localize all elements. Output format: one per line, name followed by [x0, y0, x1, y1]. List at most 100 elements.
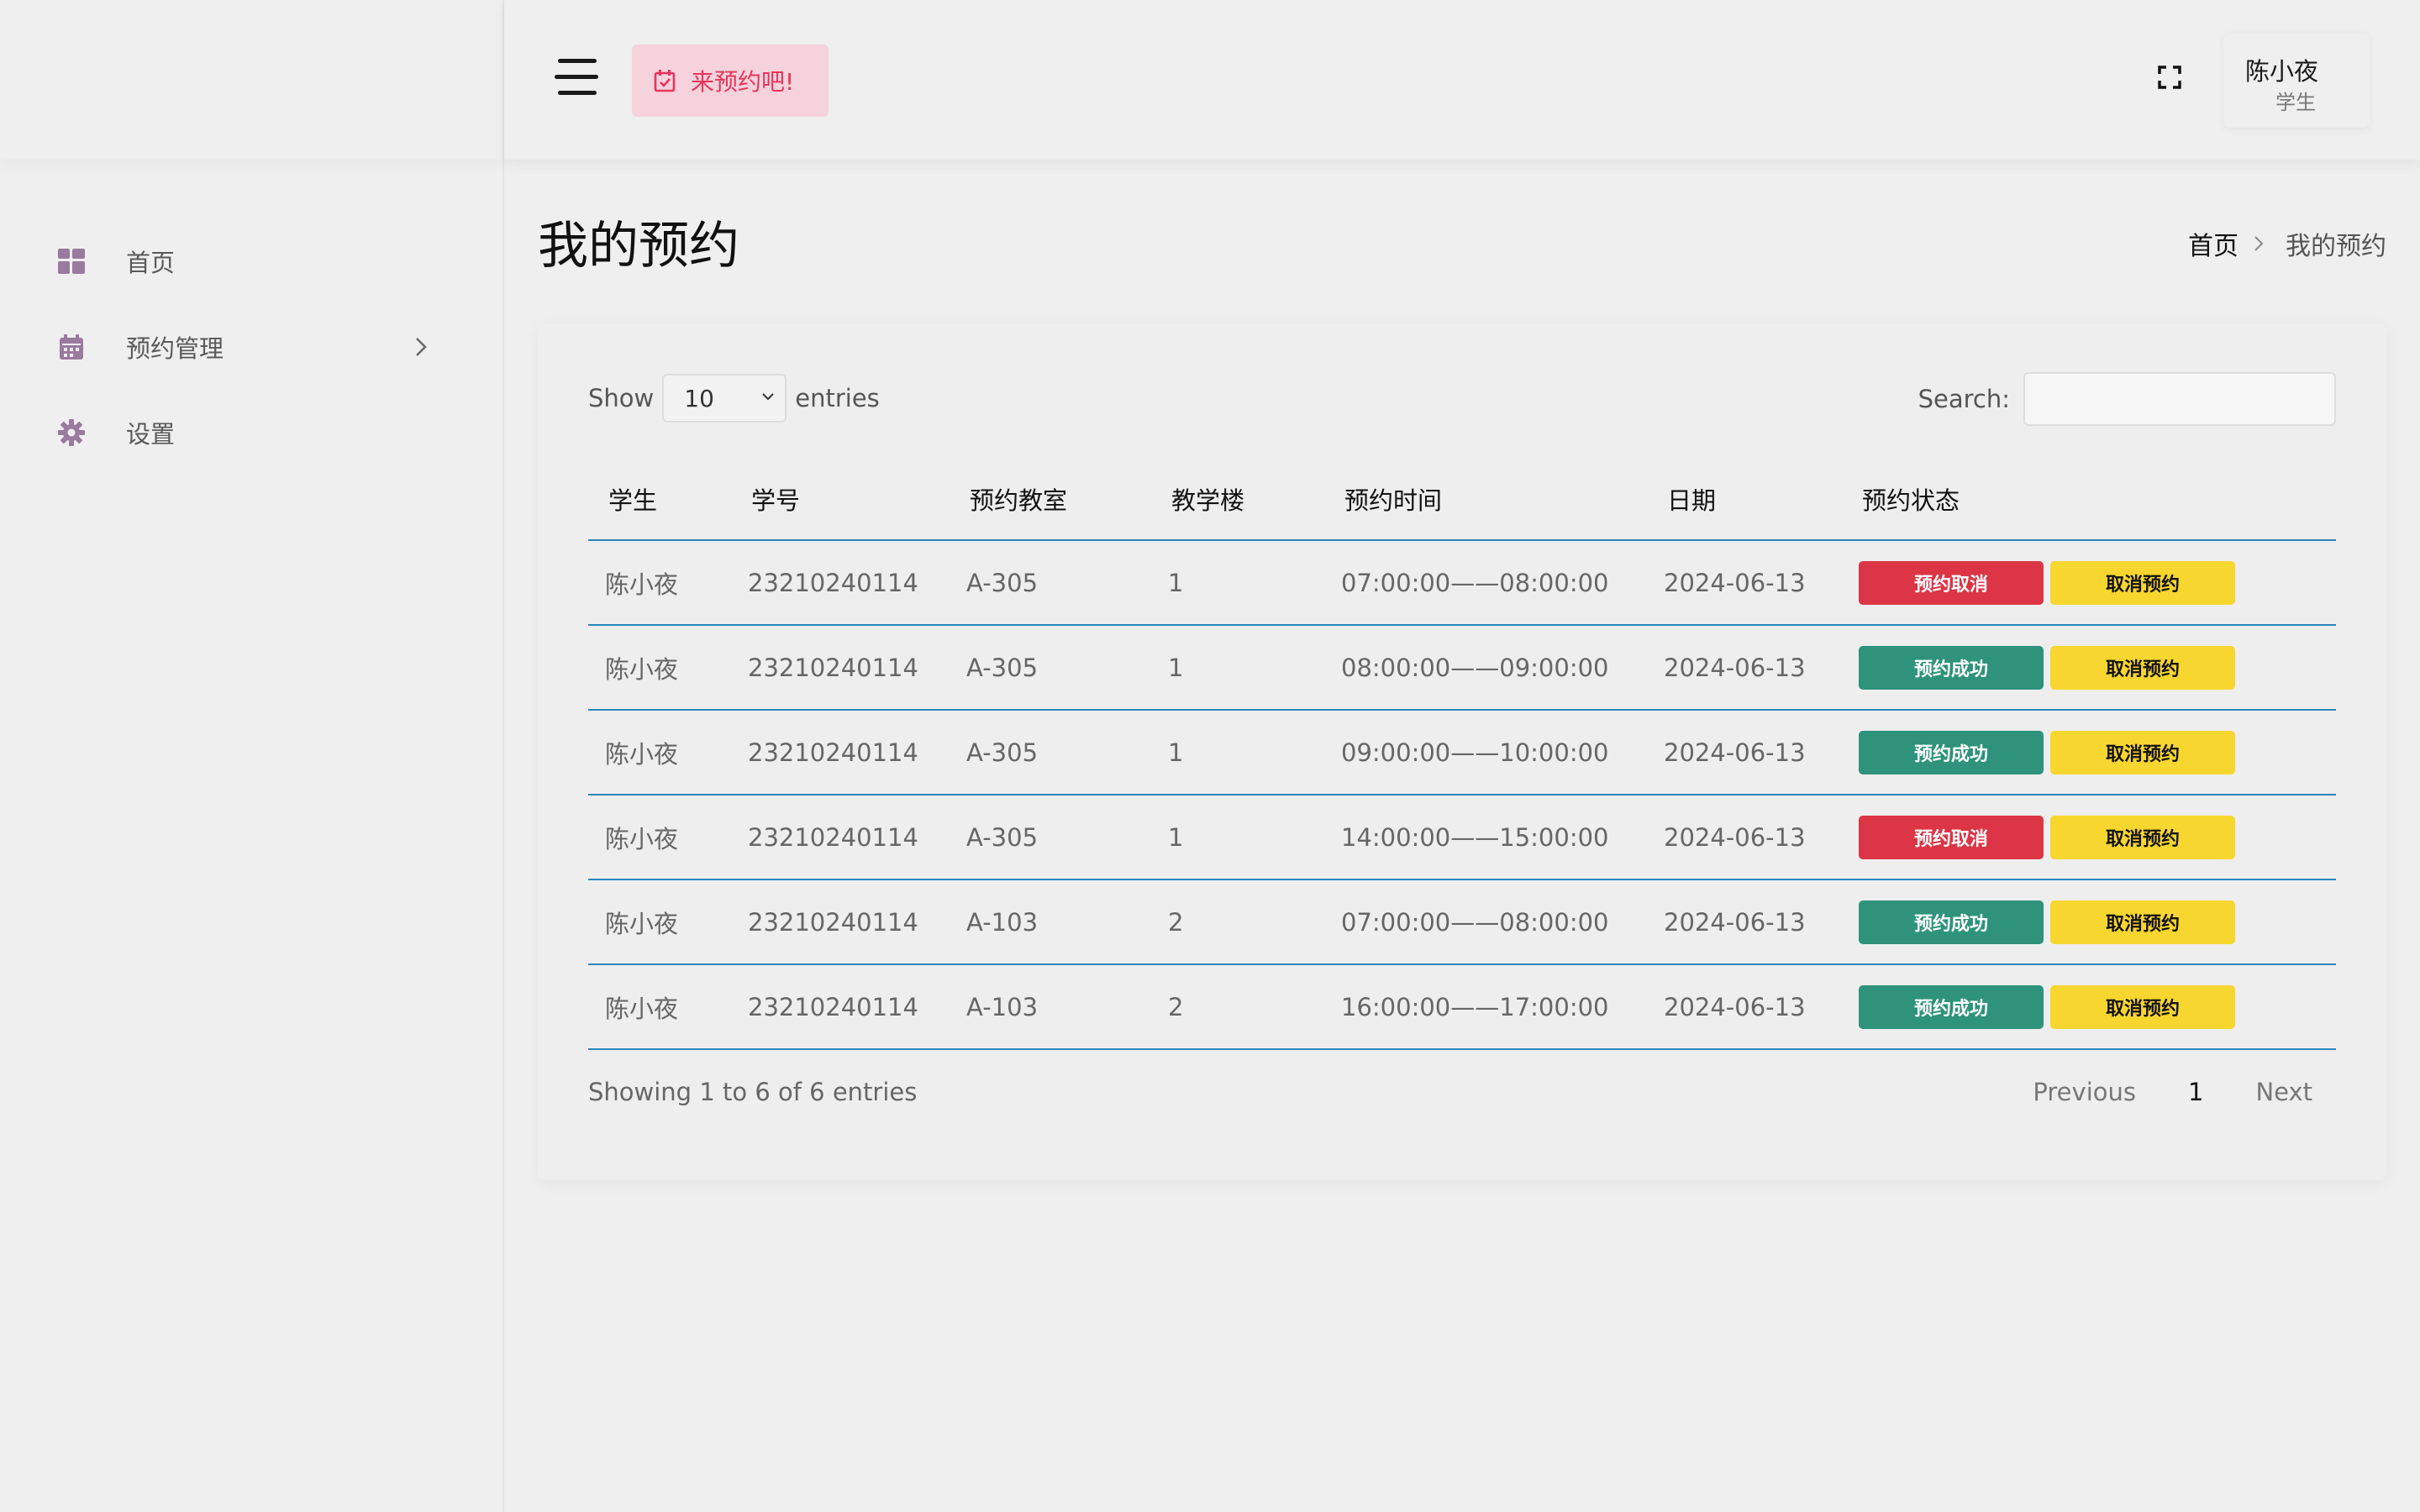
pagination: Previous 1 Next: [2033, 1078, 2312, 1106]
table-row: 陈小夜 23210240114 A-305 1 09:00:00——10:00:00 20…: [588, 710, 2336, 795]
column-header-student-id[interactable]: 学号: [731, 458, 950, 541]
bookings-card: Show 10 entries Search: 学生 学号 预约教室 教学楼 预…: [538, 323, 2386, 1180]
cancel-booking-button[interactable]: 取消预约: [2050, 900, 2235, 944]
cancel-booking-button[interactable]: 取消预约: [2050, 560, 2235, 605]
status-badge[interactable]: 预约成功: [1859, 730, 2044, 774]
table-info: Showing 1 to 6 of 6 entries: [588, 1078, 918, 1106]
top-header: 来预约吧! 陈小夜 学生: [504, 0, 2420, 160]
dashboard-grid-icon: [57, 247, 86, 276]
cell-student: 陈小夜: [588, 795, 731, 880]
page-1-button[interactable]: 1: [2188, 1078, 2203, 1106]
cell-date: 2024-06-13: [1647, 964, 1842, 1050]
cancel-booking-button[interactable]: 取消预约: [2050, 645, 2235, 690]
status-badge[interactable]: 预约取消: [1859, 560, 2044, 605]
cancel-booking-button[interactable]: 取消预约: [2050, 730, 2235, 774]
book-now-button[interactable]: 来预约吧!: [632, 45, 829, 117]
cell-building: 2: [1151, 879, 1324, 965]
cell-building: 1: [1151, 625, 1324, 711]
cell-date: 2024-06-13: [1647, 879, 1842, 965]
table-row: 陈小夜 23210240114 A-103 2 07:00:00——08:00:00 20…: [588, 879, 2336, 965]
cell-building: 2: [1151, 964, 1324, 1050]
calendar-check-icon: [654, 69, 677, 92]
breadcrumb: 首页 我的预约: [2188, 225, 2386, 262]
column-header-building[interactable]: 教学楼: [1151, 458, 1324, 541]
entries-label: entries: [795, 384, 880, 412]
column-header-room[interactable]: 预约教室: [950, 458, 1151, 541]
cancel-booking-button[interactable]: 取消预约: [2050, 815, 2235, 859]
previous-page-button[interactable]: Previous: [2033, 1078, 2136, 1106]
sidebar-item-home[interactable]: 首页: [0, 218, 502, 304]
cell-student: 陈小夜: [588, 879, 731, 965]
sidebar-item-label: 设置: [126, 420, 176, 449]
cell-student-id: 23210240114: [731, 540, 950, 626]
page-title: 我的预约: [538, 217, 739, 276]
menu-toggle-icon[interactable]: [555, 59, 600, 99]
cell-room: A-103: [950, 964, 1151, 1050]
cell-building: 1: [1151, 540, 1324, 626]
cell-status: 预约取消 取消预约: [1842, 795, 2336, 880]
cell-time: 14:00:00——15:00:00: [1324, 795, 1647, 880]
book-now-label: 来预约吧!: [691, 68, 795, 96]
cell-date: 2024-06-13: [1647, 795, 1842, 880]
cell-time: 16:00:00——17:00:00: [1324, 964, 1647, 1050]
cell-room: A-305: [950, 625, 1151, 711]
table-row: 陈小夜 23210240114 A-305 1 14:00:00——15:00:00 20…: [588, 795, 2336, 880]
cell-room: A-305: [950, 795, 1151, 880]
table-header-row: 学生 学号 预约教室 教学楼 预约时间 日期 预约状态: [588, 458, 2336, 541]
cell-student: 陈小夜: [588, 710, 731, 795]
status-badge[interactable]: 预约成功: [1859, 645, 2044, 690]
chevron-right-icon: [407, 333, 435, 361]
cell-time: 07:00:00——08:00:00: [1324, 540, 1647, 626]
cell-room: A-305: [950, 540, 1151, 626]
cell-building: 1: [1151, 795, 1324, 880]
status-badge[interactable]: 预约取消: [1859, 815, 2044, 859]
status-badge[interactable]: 预约成功: [1859, 984, 2044, 1029]
sidebar-item-settings[interactable]: 设置: [0, 390, 502, 475]
cell-student-id: 23210240114: [731, 625, 950, 711]
cell-status: 预约成功 取消预约: [1842, 879, 2336, 965]
column-header-student[interactable]: 学生: [588, 458, 731, 541]
column-header-time[interactable]: 预约时间: [1324, 458, 1647, 541]
cell-date: 2024-06-13: [1647, 625, 1842, 711]
breadcrumb-home-link[interactable]: 首页: [2188, 225, 2238, 262]
gear-icon: [57, 418, 86, 447]
cancel-booking-button[interactable]: 取消预约: [2050, 984, 2235, 1029]
status-badge[interactable]: 预约成功: [1859, 900, 2044, 944]
cell-student: 陈小夜: [588, 540, 731, 626]
cell-student-id: 23210240114: [731, 795, 950, 880]
cell-room: A-305: [950, 710, 1151, 795]
entries-select-value: 10: [684, 384, 714, 412]
table-row: 陈小夜 23210240114 A-305 1 07:00:00——08:00:00 20…: [588, 540, 2336, 626]
column-header-date[interactable]: 日期: [1647, 458, 1842, 541]
fullscreen-icon[interactable]: [2158, 66, 2185, 92]
cell-student-id: 23210240114: [731, 964, 950, 1050]
cell-date: 2024-06-13: [1647, 540, 1842, 626]
sidebar-logo-area: [0, 0, 502, 160]
cell-time: 08:00:00——09:00:00: [1324, 625, 1647, 711]
cell-student-id: 23210240114: [731, 879, 950, 965]
cell-room: A-103: [950, 879, 1151, 965]
sidebar-item-booking-management[interactable]: 预约管理: [0, 304, 502, 390]
entries-length-control: Show 10 entries: [588, 374, 880, 423]
cell-status: 预约成功 取消预约: [1842, 625, 2336, 711]
cell-time: 09:00:00——10:00:00: [1324, 710, 1647, 795]
show-label: Show: [588, 384, 655, 412]
cell-student: 陈小夜: [588, 625, 731, 711]
next-page-button[interactable]: Next: [2255, 1078, 2312, 1106]
sidebar: 首页 预约管理 设置: [0, 0, 504, 1512]
entries-select[interactable]: 10: [662, 374, 787, 423]
table-search: Search:: [1918, 372, 2336, 426]
user-profile-menu[interactable]: 陈小夜 学生: [2223, 34, 2370, 128]
search-input[interactable]: [2023, 372, 2336, 426]
chevron-right-icon: [2254, 235, 2270, 252]
sidebar-nav: 首页 预约管理 设置: [0, 160, 502, 475]
breadcrumb-current: 我的预约: [2286, 232, 2386, 261]
cell-building: 1: [1151, 710, 1324, 795]
column-header-status[interactable]: 预约状态: [1842, 458, 2336, 541]
cell-date: 2024-06-13: [1647, 710, 1842, 795]
search-label: Search:: [1918, 385, 2010, 413]
table-row: 陈小夜 23210240114 A-103 2 16:00:00——17:00:00 20…: [588, 964, 2336, 1050]
chevron-down-icon: [761, 392, 776, 407]
cell-time: 07:00:00——08:00:00: [1324, 879, 1647, 965]
cell-student-id: 23210240114: [731, 710, 950, 795]
